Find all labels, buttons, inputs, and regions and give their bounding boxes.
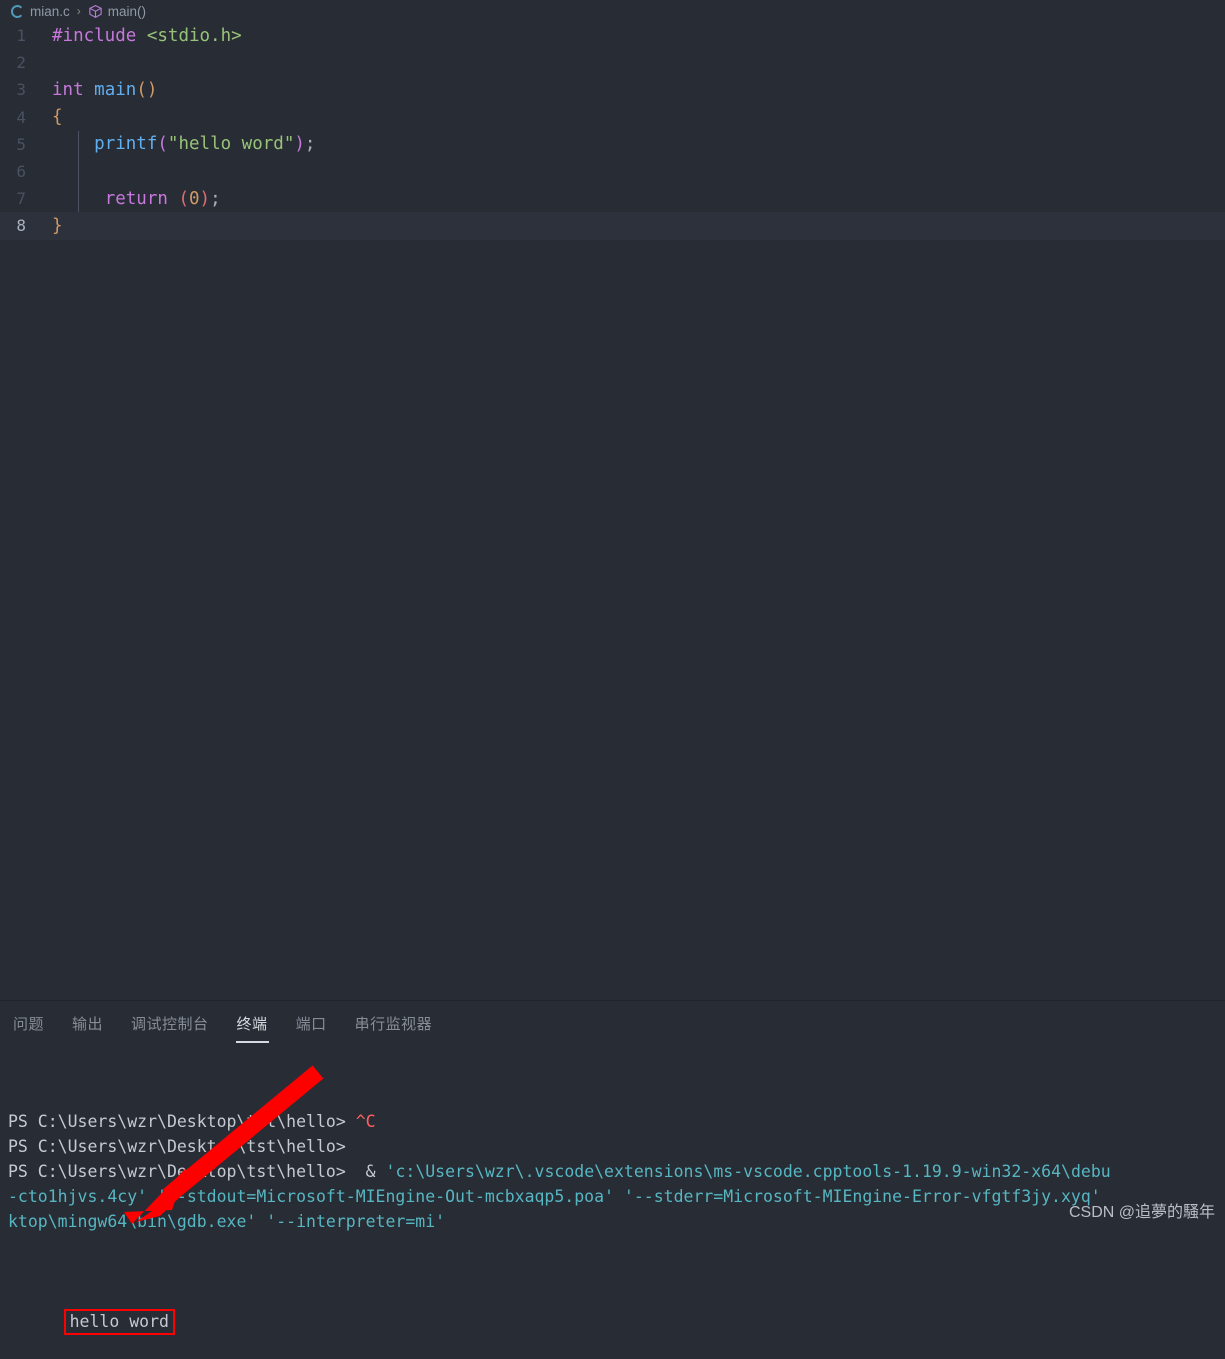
code-token: #include: [52, 25, 137, 46]
breadcrumb: mian.c › main(): [0, 0, 1225, 22]
code-token: "hello word": [167, 134, 295, 155]
terminal-segment: ^C: [355, 1112, 376, 1131]
indent-guide: [78, 130, 79, 213]
cube-symbol-icon: [88, 4, 103, 19]
code-line[interactable]: 7 return (0);: [0, 185, 1225, 212]
panel-tab-1[interactable]: 输出: [71, 1007, 104, 1044]
code-token: printf: [94, 134, 158, 155]
code-token: (: [157, 134, 168, 155]
csdn-watermark: CSDN @追夢的騷年: [1068, 1204, 1215, 1221]
panel-tab-3[interactable]: 终端: [235, 1007, 269, 1044]
code-token: }: [52, 215, 63, 236]
code-token: {: [52, 107, 63, 128]
panel-tab-5[interactable]: 串行监视器: [354, 1007, 434, 1044]
code-line-content: #include <stdio.h>: [52, 26, 1225, 46]
terminal-line: PS C:\Users\wzr\Desktop\tst\hello> & 'c:…: [8, 1159, 1225, 1184]
line-number: 8: [16, 216, 26, 236]
line-number: 1: [16, 26, 26, 46]
code-token: (): [136, 79, 158, 100]
panel-tab-0[interactable]: 问题: [12, 1007, 45, 1044]
code-line[interactable]: 1 #include <stdio.h>: [0, 22, 1225, 49]
breadcrumb-symbol-name: main(): [107, 3, 147, 19]
terminal-program-output-line: hello word: [8, 1284, 1225, 1335]
terminal-segment: '--stdout=Microsoft-MIEngine-Out-mcbxaqp…: [157, 1187, 1101, 1206]
terminal-line: PS C:\Users\wzr\Desktop\tst\hello>: [8, 1134, 1225, 1159]
terminal-segment: ktop\mingw64\bin\gdb.exe' '--interpreter…: [8, 1212, 446, 1231]
code-token: ;: [304, 134, 316, 155]
terminal-output[interactable]: PS C:\Users\wzr\Desktop\tst\hello> ^C PS …: [0, 1049, 1225, 1359]
bottom-panel: 问题 输出 调试控制台 终端 端口 串行监视器 PS C:\Users\wzr\Deskt…: [0, 1000, 1225, 1335]
code-line-content: printf("hello word");: [52, 134, 1225, 154]
terminal-segment: -cto1hjvs.4cy': [8, 1187, 158, 1206]
code-line[interactable]: 8}: [0, 212, 1225, 240]
code-lines-container[interactable]: 1 #include <stdio.h> 2 3 int main() 4{5 print…: [0, 22, 1225, 240]
code-token: <stdio.h>: [146, 25, 242, 46]
code-token: 0: [189, 188, 200, 209]
code-token: ;: [210, 188, 221, 209]
breadcrumb-item-symbol[interactable]: main(): [86, 4, 148, 19]
terminal-segment: PS C:\Users\wzr\Desktop\tst\hello>: [8, 1162, 346, 1181]
line-number: 5: [16, 134, 26, 154]
code-token: ): [294, 134, 305, 155]
code-line-content: {: [52, 107, 1225, 127]
code-token: return: [104, 188, 168, 209]
code-line-content: int main(): [52, 80, 1225, 100]
terminal-line: PS C:\Users\wzr\Desktop\tst\hello> ^C: [8, 1109, 1225, 1134]
line-number: 7: [16, 189, 26, 209]
panel-tab-bar[interactable]: 问题 输出 调试控制台 终端 端口 串行监视器: [0, 1001, 1225, 1049]
code-line-content: return (0);: [52, 189, 1225, 209]
panel-tab-2[interactable]: 调试控制台: [130, 1007, 210, 1044]
code-token: main: [94, 79, 137, 100]
code-line[interactable]: 3 int main(): [0, 76, 1225, 103]
terminal-segment: PS C:\Users\wzr\Desktop\tst\hello>: [8, 1112, 356, 1131]
line-number: 6: [16, 162, 26, 182]
code-token: (: [178, 188, 189, 209]
terminal-line: -cto1hjvs.4cy' '--stdout=Microsoft-MIEng…: [8, 1184, 1225, 1209]
breadcrumb-item-file[interactable]: mian.c: [8, 4, 72, 19]
code-line[interactable]: 6: [0, 158, 1225, 185]
terminal-segment: &: [345, 1162, 386, 1181]
code-line[interactable]: 2: [0, 49, 1225, 76]
panel-tab-4[interactable]: 端口: [295, 1007, 328, 1044]
code-editor[interactable]: 1 #include <stdio.h> 2 3 int main() 4{5 print…: [0, 22, 1225, 1000]
code-line[interactable]: 4{: [0, 104, 1225, 131]
terminal-segment: PS C:\Users\wzr\Desktop\tst\hello>: [8, 1137, 356, 1156]
c-file-icon: [10, 4, 25, 19]
line-number: 2: [16, 53, 26, 73]
code-line[interactable]: 5 printf("hello word");: [0, 131, 1225, 158]
program-output-highlighted: hello word: [63, 1309, 175, 1335]
breadcrumb-separator: ›: [76, 4, 81, 18]
terminal-lines: PS C:\Users\wzr\Desktop\tst\hello> ^C PS …: [8, 1109, 1225, 1234]
code-token: int: [52, 79, 84, 100]
line-number: 3: [16, 80, 26, 100]
code-token: ): [199, 188, 211, 209]
code-line-content: }: [52, 216, 1225, 236]
terminal-segment: 'c:\Users\wzr\.vscode\extensions\ms-vsco…: [385, 1162, 1111, 1181]
line-number: 4: [16, 107, 26, 127]
breadcrumb-file-name: mian.c: [30, 3, 70, 19]
terminal-line: ktop\mingw64\bin\gdb.exe' '--interpreter…: [8, 1209, 1225, 1234]
